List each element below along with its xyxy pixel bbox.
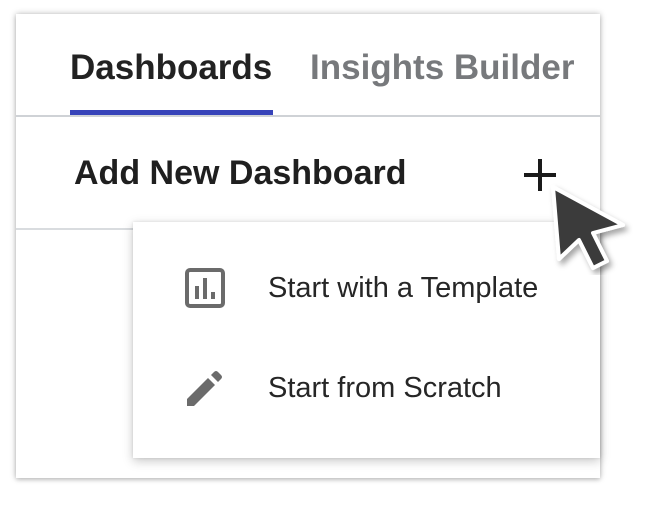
- active-tab-indicator: [70, 110, 273, 115]
- page: Dashboards Insights Builder Add New Dash…: [0, 0, 646, 508]
- add-dashboard-menu: Start with a Template Start from Scratch: [133, 222, 600, 458]
- add-dashboard-title: Add New Dashboard: [74, 154, 407, 192]
- add-dashboard-button[interactable]: [521, 156, 559, 194]
- pencil-icon: [183, 366, 227, 410]
- dashboard-panel: Dashboards Insights Builder Add New Dash…: [16, 14, 600, 478]
- add-dashboard-row: Add New Dashboard: [16, 117, 600, 230]
- tab-dashboards[interactable]: Dashboards: [70, 48, 272, 88]
- menu-item-start-with-template[interactable]: Start with a Template: [133, 248, 600, 328]
- bar-chart-icon: [183, 266, 227, 310]
- menu-item-label: Start with a Template: [268, 272, 539, 304]
- plus-icon: [524, 159, 556, 191]
- menu-item-start-from-scratch[interactable]: Start from Scratch: [133, 348, 600, 428]
- tab-insights-builder[interactable]: Insights Builder: [310, 48, 574, 88]
- tab-bar: Dashboards Insights Builder: [16, 14, 600, 117]
- menu-item-label: Start from Scratch: [268, 372, 502, 404]
